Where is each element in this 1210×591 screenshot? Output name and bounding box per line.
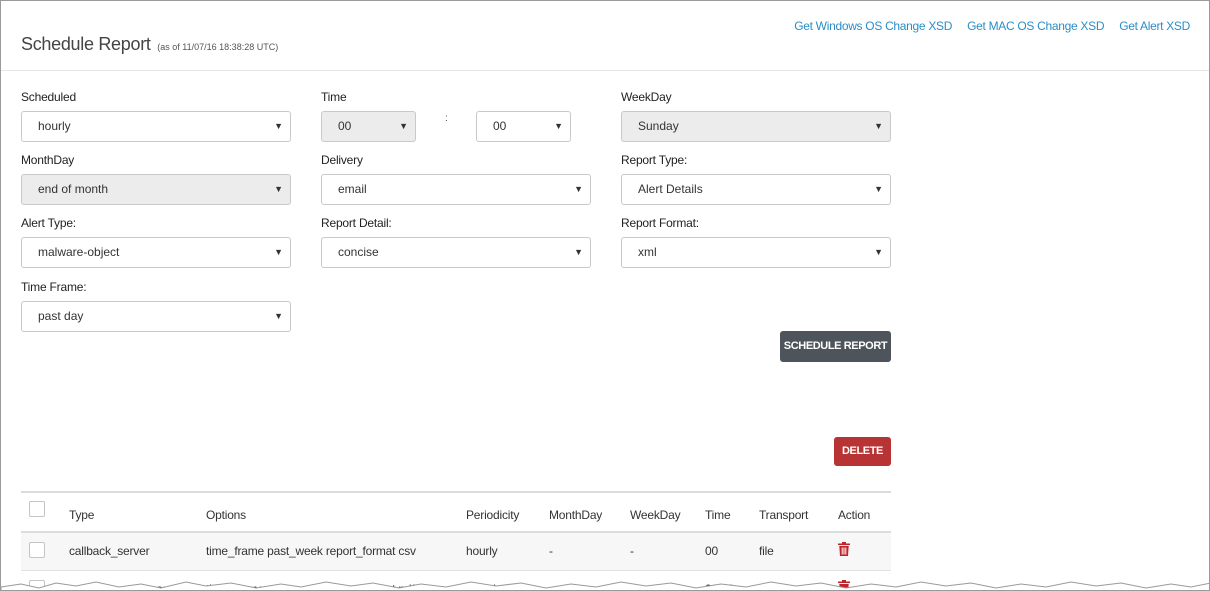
page-timestamp: (as of 11/07/16 18:38:28 UTC) — [157, 42, 279, 52]
monthday-value: end of month — [38, 182, 109, 196]
mac-xsd-link[interactable]: Get MAC OS Change XSD — [967, 19, 1104, 33]
time-minute-select[interactable]: 00 ▼ — [476, 111, 571, 142]
chevron-down-icon: ▼ — [574, 184, 583, 194]
schedule-report-button[interactable]: SCHEDULE REPORT — [780, 331, 891, 362]
cell-type: callback_server — [69, 544, 150, 558]
select-all-checkbox[interactable] — [29, 501, 45, 517]
weekday-label: WeekDay — [621, 90, 672, 104]
report-detail-select[interactable]: concise ▼ — [321, 237, 591, 268]
chevron-down-icon: ▼ — [874, 184, 883, 194]
chevron-down-icon: ▼ — [554, 121, 563, 131]
report-detail-label: Report Detail: — [321, 216, 392, 230]
col-action: Action — [838, 508, 871, 522]
time-frame-value: past day — [38, 309, 84, 323]
report-format-label: Report Format: — [621, 216, 699, 230]
cell-transport: file — [759, 544, 774, 558]
time-frame-select[interactable]: past day ▼ — [21, 301, 291, 332]
report-format-select[interactable]: xml ▼ — [621, 237, 891, 268]
alert-type-value: malware-object — [38, 245, 120, 259]
table-row: callback_server time_frame past_week rep… — [21, 533, 891, 571]
page-title-text: Schedule Report — [21, 34, 151, 54]
alert-type-select[interactable]: malware-object ▼ — [21, 237, 291, 268]
delivery-value: email — [338, 182, 367, 196]
windows-xsd-link[interactable]: Get Windows OS Change XSD — [794, 19, 952, 33]
cell-monthday: - — [549, 544, 553, 558]
chevron-down-icon: ▼ — [399, 121, 408, 131]
report-format-value: xml — [638, 245, 657, 259]
col-monthday: MonthDay — [549, 508, 603, 522]
report-type-value: Alert Details — [638, 182, 703, 196]
cell-weekday: - — [630, 544, 634, 558]
page-header: Schedule Report (as of 11/07/16 18:38:28… — [1, 1, 1209, 71]
torn-edge-decoration — [1, 581, 1209, 590]
weekday-value: Sunday — [638, 119, 679, 133]
scheduled-label: Scheduled — [21, 90, 76, 104]
col-periodicity: Periodicity — [466, 508, 520, 522]
chevron-down-icon: ▼ — [274, 184, 283, 194]
time-hour-select[interactable]: 00 ▼ — [321, 111, 416, 142]
time-frame-label: Time Frame: — [21, 280, 87, 294]
row-checkbox[interactable] — [29, 542, 45, 558]
col-time: Time — [705, 508, 731, 522]
delivery-select[interactable]: email ▼ — [321, 174, 591, 205]
page-title: Schedule Report (as of 11/07/16 18:38:28… — [21, 34, 278, 55]
cell-time: 00 — [705, 544, 718, 558]
col-options: Options — [206, 508, 246, 522]
time-label: Time — [321, 90, 347, 104]
alert-xsd-link[interactable]: Get Alert XSD — [1119, 19, 1190, 33]
delivery-label: Delivery — [321, 153, 363, 167]
alert-type-label: Alert Type: — [21, 216, 76, 230]
chevron-down-icon: ▼ — [874, 247, 883, 257]
time-minute-value: 00 — [493, 119, 507, 133]
table-header: Type Options Periodicity MonthDay WeekDa… — [21, 493, 891, 533]
scheduled-value: hourly — [38, 119, 71, 133]
chevron-down-icon: ▼ — [274, 247, 283, 257]
cell-options: time_frame past_week report_format csv — [206, 544, 416, 558]
chevron-down-icon: ▼ — [874, 121, 883, 131]
col-transport: Transport — [759, 508, 809, 522]
monthday-select[interactable]: end of month ▼ — [21, 174, 291, 205]
chevron-down-icon: ▼ — [574, 247, 583, 257]
col-weekday: WeekDay — [630, 508, 681, 522]
report-type-select[interactable]: Alert Details ▼ — [621, 174, 891, 205]
chevron-down-icon: ▼ — [274, 311, 283, 321]
chevron-down-icon: ▼ — [274, 121, 283, 131]
time-separator: : — [445, 113, 448, 124]
time-hour-value: 00 — [338, 119, 352, 133]
cell-periodicity: hourly — [466, 544, 498, 558]
weekday-select[interactable]: Sunday ▼ — [621, 111, 891, 142]
report-type-label: Report Type: — [621, 153, 688, 167]
xsd-links: Get Windows OS Change XSD Get MAC OS Cha… — [794, 19, 1190, 33]
report-detail-value: concise — [338, 245, 379, 259]
trash-icon[interactable] — [838, 542, 850, 556]
col-type: Type — [69, 508, 95, 522]
delete-button[interactable]: DELETE — [834, 437, 891, 466]
monthday-label: MonthDay — [21, 153, 75, 167]
schedule-report-page: Schedule Report (as of 11/07/16 18:38:28… — [0, 0, 1210, 591]
scheduled-select[interactable]: hourly ▼ — [21, 111, 291, 142]
